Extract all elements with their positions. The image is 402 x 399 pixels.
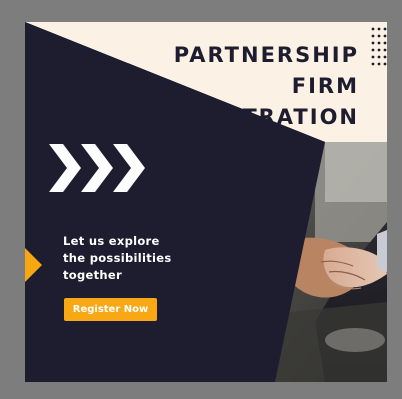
tagline-line-2: the possibilities <box>63 251 172 265</box>
register-now-button[interactable]: Register Now <box>64 298 157 321</box>
chevron-right-icon <box>49 144 145 192</box>
tagline-line-3: together <box>63 268 122 282</box>
tagline: Let us explore the possibilities togethe… <box>63 233 203 284</box>
title-line-3: REGISTRATION <box>161 105 359 129</box>
title-line-1: PARTNERSHIP <box>173 43 359 67</box>
tagline-line-1: Let us explore <box>63 234 160 248</box>
title-line-2: FIRM <box>291 74 359 98</box>
promo-banner: PARTNERSHIP FIRM REGISTRATION Let us exp… <box>25 22 387 382</box>
image-frame: PARTNERSHIP FIRM REGISTRATION Let us exp… <box>0 0 402 399</box>
page-title: PARTNERSHIP FIRM REGISTRATION <box>162 40 359 133</box>
dot-grid-icon <box>371 27 387 66</box>
orange-triangle-icon <box>25 248 42 282</box>
